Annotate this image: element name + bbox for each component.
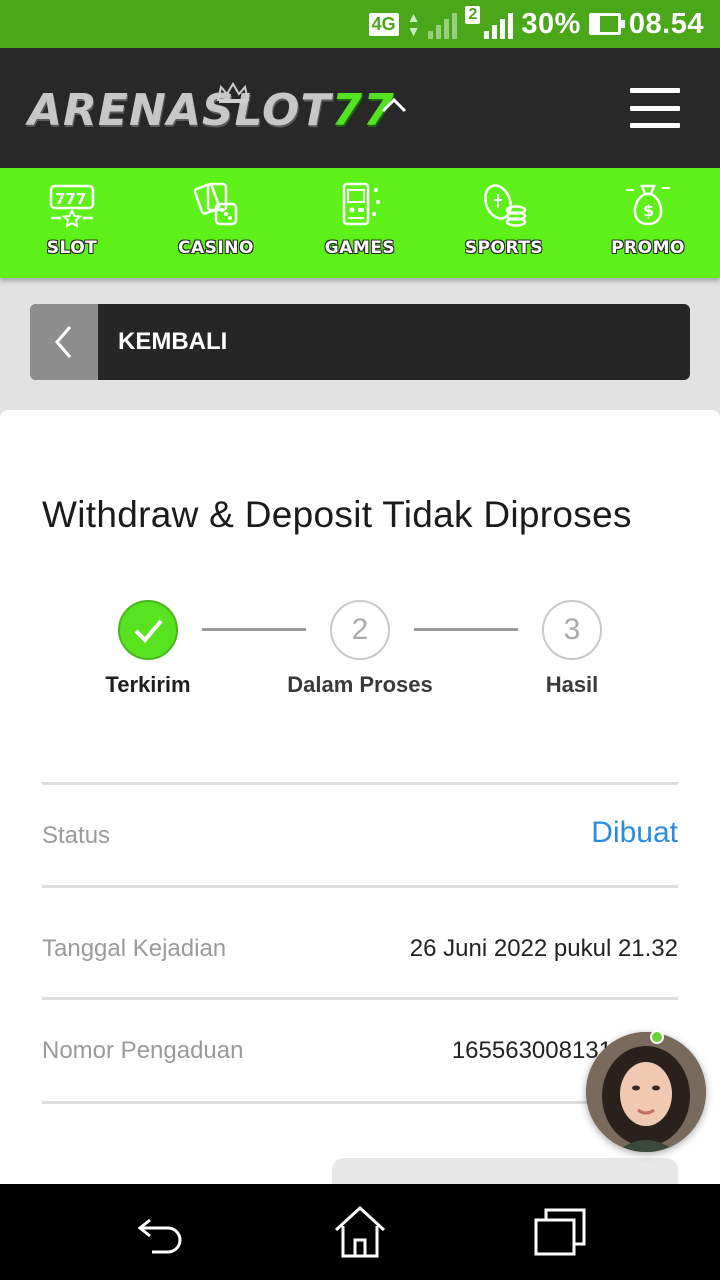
category-label: GAMES — [324, 238, 396, 258]
signal-sim2-icon — [484, 9, 514, 39]
arcade-icon — [342, 182, 380, 226]
signal-sim1-icon — [428, 9, 458, 39]
incident-date-label: Tanggal Kejadian — [42, 935, 227, 962]
agent-photo — [586, 1032, 706, 1152]
status-value: Dibuat — [591, 816, 678, 849]
category-slot[interactable]: 777 SLOT — [0, 168, 144, 278]
step-2-circle: 2 — [330, 600, 390, 660]
back-button[interactable]: KEMBALI — [30, 304, 690, 380]
network-type: 4G — [368, 12, 399, 36]
cards-dice-icon — [193, 182, 238, 226]
divider — [42, 782, 678, 785]
site-header: ARENASLOT 77 — [0, 48, 720, 168]
svg-text:777: 777 — [55, 190, 86, 208]
status-bar-right: 4G ▲ ▼ 2 30% 08.54 — [368, 0, 704, 48]
back-icon[interactable] — [132, 1204, 188, 1260]
chevron-left-icon — [55, 326, 72, 358]
status-bar: 4G ▲ ▼ 2 30% 08.54 — [0, 0, 720, 48]
hamburger-menu-icon[interactable] — [630, 88, 680, 128]
category-label: SLOT — [46, 238, 98, 258]
divider — [42, 885, 678, 888]
back-arrow-box — [30, 304, 98, 380]
site-logo[interactable]: ARENASLOT 77 — [28, 80, 395, 140]
step-1-circle — [118, 600, 178, 660]
data-activity-icon: ▲ ▼ — [406, 9, 421, 39]
money-bag-icon: $ — [626, 184, 670, 226]
category-label: CASINO — [178, 238, 254, 258]
step-3-circle: 3 — [542, 600, 602, 660]
category-label: PROMO — [611, 238, 685, 258]
progress-stepper: 2 3 Terkirim Dalam Proses Hasil — [0, 600, 720, 720]
battery-fill — [591, 16, 600, 32]
recents-icon[interactable] — [532, 1204, 588, 1260]
battery-percent: 30% — [521, 7, 581, 40]
chevron-up-icon[interactable] — [378, 90, 410, 122]
logo-wordmark: ARENASLOT — [28, 84, 332, 136]
slot-machine-icon: 777 — [49, 184, 95, 228]
step-3-label: Hasil — [545, 672, 599, 697]
category-sports[interactable]: SPORTS — [432, 168, 576, 278]
battery-icon — [588, 13, 625, 35]
category-casino[interactable]: CASINO — [144, 168, 288, 278]
divider — [42, 1101, 602, 1104]
category-promo[interactable]: $ PROMO — [576, 168, 720, 278]
crown-icon — [216, 82, 250, 103]
football-coins-icon — [484, 184, 527, 227]
live-chat-avatar[interactable] — [586, 1032, 706, 1152]
category-nav: 777 SLOT CASINO GAMES SPORTS $ PROMO — [0, 168, 720, 278]
clock: 08.54 — [628, 7, 704, 40]
category-games[interactable]: GAMES — [288, 168, 432, 278]
status-label: Status — [42, 822, 111, 849]
step-2-label: Dalam Proses — [287, 672, 433, 697]
page-title: Withdraw & Deposit Tidak Diproses — [42, 494, 632, 535]
step-connector — [202, 628, 306, 631]
incident-date-value: 26 Juni 2022 pukul 21.32 — [409, 935, 678, 962]
checkmark-icon — [134, 619, 163, 643]
online-indicator — [650, 1030, 664, 1044]
divider — [42, 997, 678, 1000]
home-icon[interactable] — [332, 1204, 388, 1260]
back-label: KEMBALI — [118, 328, 228, 355]
category-label: SPORTS — [464, 238, 544, 258]
system-nav-bar — [0, 1184, 720, 1280]
step-1-label: Terkirim — [105, 672, 191, 697]
complaint-number-label: Nomor Pengaduan — [42, 1037, 244, 1064]
complaint-number-value: 165563008131 — [451, 1037, 612, 1064]
step-connector — [414, 628, 518, 631]
svg-text:$: $ — [643, 201, 654, 220]
sim-slot-badge: 2 — [465, 6, 481, 24]
